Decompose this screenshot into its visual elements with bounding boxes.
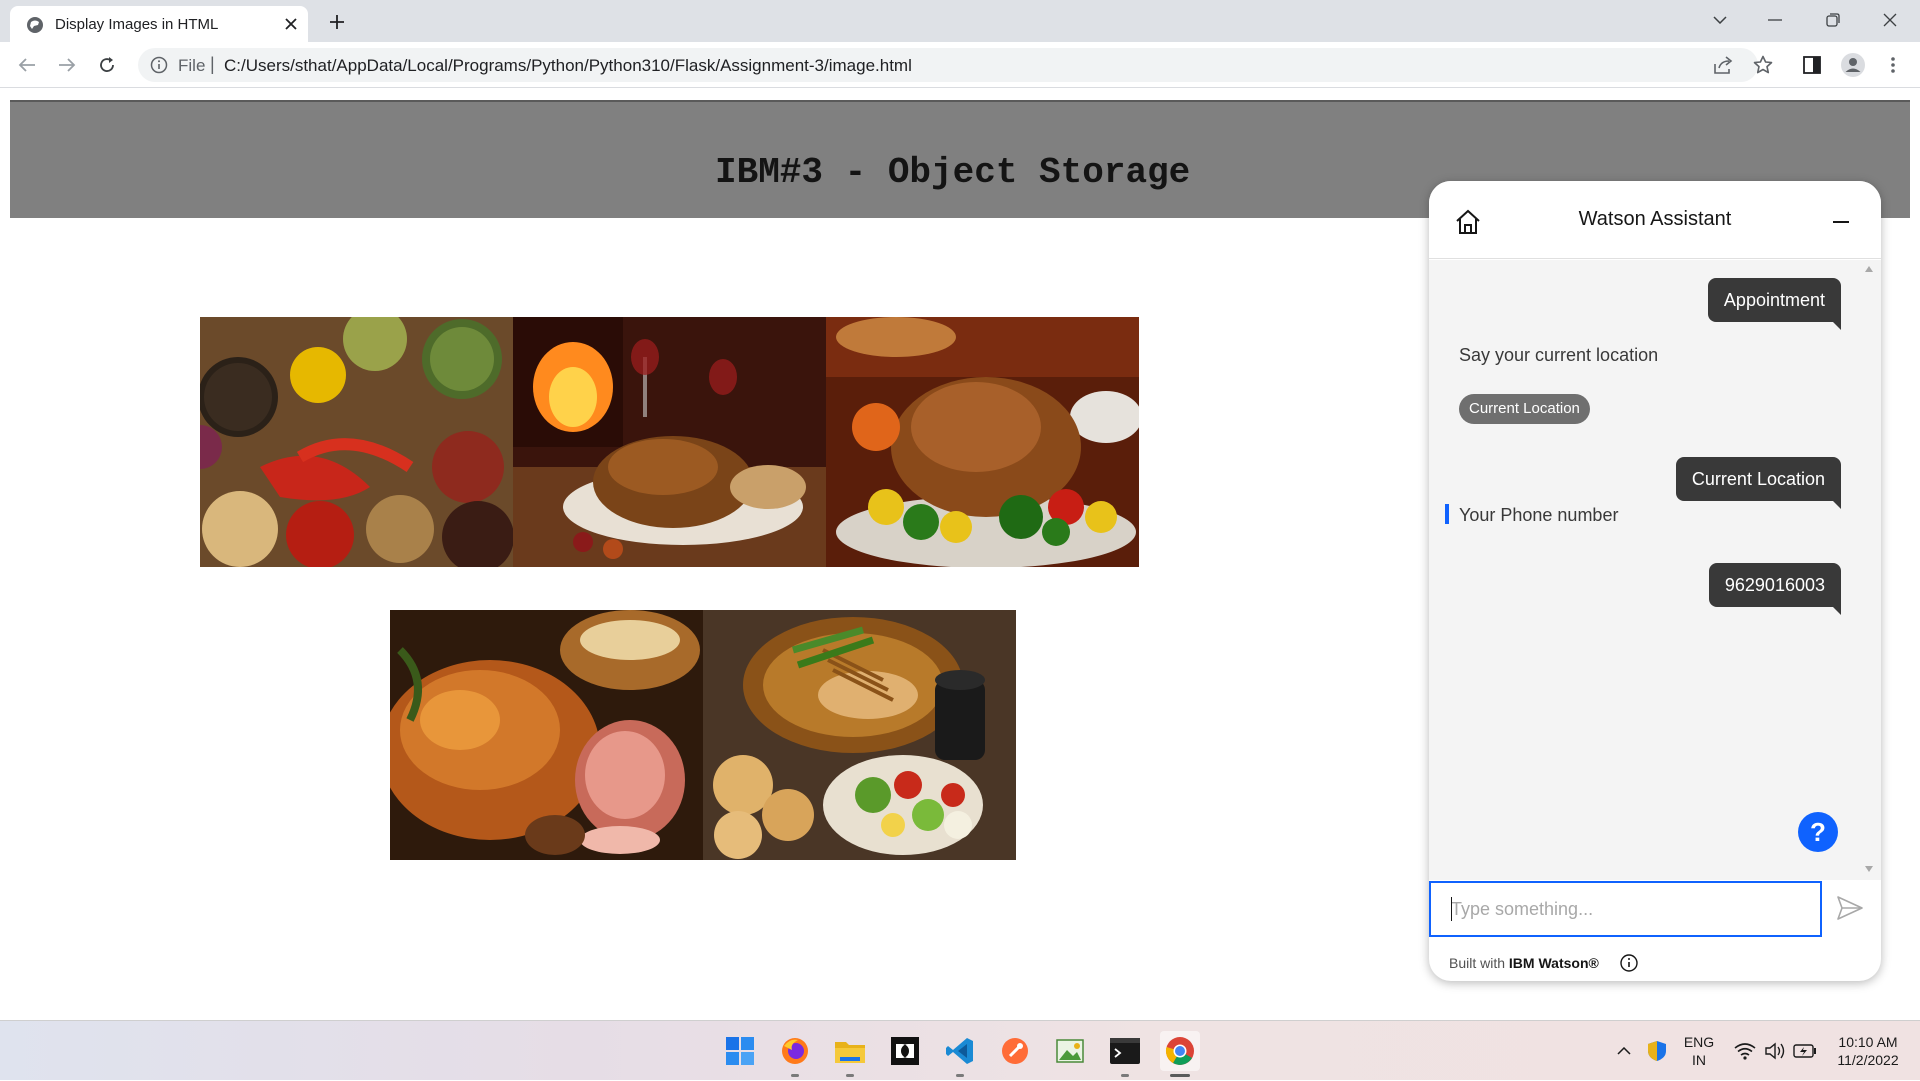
wifi-icon[interactable]: [1730, 1021, 1760, 1081]
close-window-icon[interactable]: [1872, 4, 1908, 36]
running-indicator: [1121, 1074, 1129, 1077]
footer-prefix: Built with: [1449, 955, 1506, 971]
forward-arrow-icon[interactable]: [53, 51, 81, 79]
message-input-field[interactable]: [1429, 881, 1822, 937]
footer-brand: IBM Watson®: [1508, 955, 1599, 971]
user-message: Appointment: [1707, 278, 1842, 330]
address-bar[interactable]: File | C:/Users/sthat/AppData/Local/Prog…: [138, 48, 1758, 82]
restore-window-icon[interactable]: [1815, 4, 1851, 36]
tray-chevron-up-icon[interactable]: [1610, 1021, 1638, 1081]
chrome-icon[interactable]: [1160, 1031, 1200, 1077]
tab-close-icon[interactable]: [280, 13, 302, 35]
windows-start-icon[interactable]: [720, 1031, 760, 1071]
dolby-access-icon[interactable]: [885, 1031, 925, 1071]
user-message: 9629016003: [1708, 563, 1842, 615]
address-scheme-label: File: [178, 56, 206, 75]
minimize-assistant-icon[interactable]: [1827, 208, 1855, 236]
vscode-icon[interactable]: [940, 1031, 980, 1077]
clock[interactable]: 10:10 AM 11/2/2022: [1828, 1021, 1908, 1081]
running-indicator: [846, 1074, 854, 1077]
help-question-icon[interactable]: ?: [1798, 812, 1838, 852]
clock-date: 11/2/2022: [1837, 1052, 1899, 1068]
running-indicator: [956, 1074, 964, 1077]
minimize-window-icon[interactable]: [1757, 4, 1793, 36]
user-message: Current Location: [1675, 457, 1842, 509]
windows-taskbar: ENG IN 10:10 AM 11/2/2022: [0, 1020, 1920, 1080]
info-icon[interactable]: [1619, 953, 1639, 973]
active-indicator: [1170, 1074, 1190, 1077]
site-info-icon[interactable]: [150, 56, 168, 74]
new-tab-plus-icon[interactable]: [324, 9, 350, 35]
message-input[interactable]: [1431, 883, 1820, 935]
battery-icon[interactable]: [1790, 1021, 1820, 1081]
assistant-header: Watson Assistant: [1429, 181, 1881, 259]
volume-icon[interactable]: [1760, 1021, 1790, 1081]
watson-assistant-panel: Watson Assistant Appointment Say your cu…: [1429, 181, 1881, 981]
profile-avatar-icon[interactable]: [1840, 52, 1866, 78]
tab-search-chevron-icon[interactable]: [1702, 4, 1738, 36]
firefox-icon[interactable]: [775, 1031, 815, 1077]
send-icon[interactable]: [1835, 893, 1865, 923]
bot-message-indicator: [1445, 504, 1449, 524]
language-region: IN: [1692, 1052, 1706, 1068]
security-shield-icon[interactable]: [1642, 1021, 1672, 1081]
scroll-up-arrow-icon[interactable]: [1865, 266, 1873, 272]
address-separator: |: [210, 54, 215, 74]
reload-icon[interactable]: [93, 51, 121, 79]
bookmark-star-icon[interactable]: [1750, 52, 1776, 78]
side-panel-icon[interactable]: [1799, 52, 1825, 78]
scroll-down-arrow-icon[interactable]: [1865, 866, 1873, 872]
assistant-conversation[interactable]: Appointment Say your current location Cu…: [1429, 260, 1881, 880]
assistant-title: Watson Assistant: [1578, 208, 1732, 230]
language-code: ENG: [1683, 1034, 1715, 1050]
grilled-dinner-image: [703, 610, 1016, 860]
gif-tool-icon[interactable]: [1050, 1031, 1090, 1071]
browser-tab-bar: Display Images in HTML: [0, 0, 1920, 42]
text-caret: [1451, 897, 1452, 921]
terminal-icon[interactable]: [1105, 1031, 1145, 1077]
language-indicator[interactable]: ENG IN: [1676, 1021, 1722, 1081]
share-icon[interactable]: [1711, 52, 1737, 78]
browser-toolbar: File | C:/Users/sthat/AppData/Local/Prog…: [0, 42, 1920, 88]
tab-title: Display Images in HTML: [55, 16, 219, 33]
spices-image: [200, 317, 513, 567]
menu-kebab-icon[interactable]: [1880, 52, 1906, 78]
bot-message: Say your current location: [1459, 345, 1659, 365]
browser-tab[interactable]: Display Images in HTML: [10, 6, 308, 42]
roast-chicken-ham-image: [390, 610, 703, 860]
file-explorer-icon[interactable]: [830, 1031, 870, 1077]
assistant-footer: Built with IBM Watson®: [1449, 955, 1599, 971]
running-indicator: [791, 1074, 799, 1077]
option-chip-current-location[interactable]: Current Location: [1459, 394, 1590, 424]
fireplace-turkey-image: [513, 317, 826, 567]
globe-icon: [27, 17, 43, 33]
turkey-vegetables-image: [826, 317, 1139, 567]
back-arrow-icon[interactable]: [13, 51, 41, 79]
address-url[interactable]: C:/Users/sthat/AppData/Local/Programs/Py…: [224, 56, 912, 76]
page-viewport: IBM#3 - Object Storage Watson Assistant …: [0, 88, 1920, 1020]
bot-message: Your Phone number: [1459, 505, 1619, 525]
clock-time: 10:10 AM: [1838, 1034, 1898, 1050]
postman-icon[interactable]: [995, 1031, 1035, 1071]
